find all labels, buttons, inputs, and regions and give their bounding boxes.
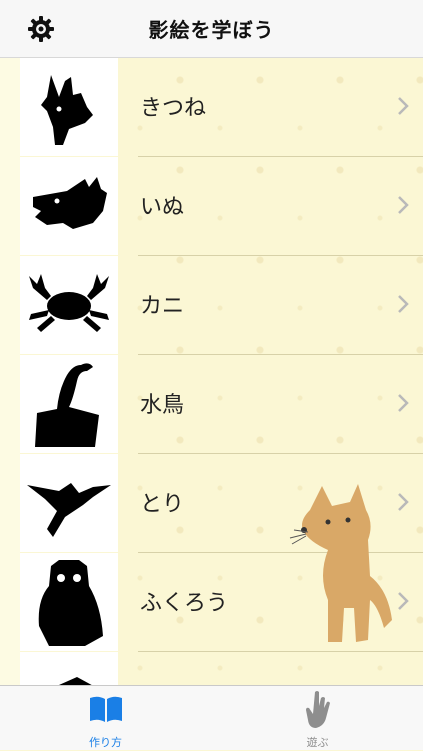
list-item-label: とり — [140, 492, 185, 517]
chevron-right-icon — [398, 592, 409, 610]
list-item-label: 水鳥 — [140, 393, 185, 418]
bird-shadow-icon — [20, 454, 118, 552]
list-item-dog[interactable]: いぬ — [20, 157, 423, 255]
chevron-right-icon — [398, 196, 409, 214]
list-item-fox[interactable]: きつね — [20, 58, 423, 156]
list-item-label: ふくろう — [140, 591, 229, 616]
navigation-bar: 影絵を学ぼう — [0, 0, 423, 58]
shadow-list[interactable]: きつね いぬ カニ 水鳥 とり ふくろう — [0, 58, 423, 685]
list-item-label: カニ — [140, 294, 185, 319]
left-strip — [0, 58, 20, 685]
animal-shadow-icon — [20, 652, 118, 685]
tab-how-to-make[interactable]: 作り方 — [0, 686, 211, 751]
chevron-right-icon — [398, 493, 409, 511]
chevron-right-icon — [398, 295, 409, 313]
chevron-right-icon — [398, 97, 409, 115]
crab-shadow-icon — [20, 256, 118, 354]
list-item-crab[interactable]: カニ — [20, 256, 423, 354]
tab-label: 作り方 — [89, 736, 122, 749]
tab-label: 遊ぶ — [306, 736, 329, 749]
fox-shadow-icon — [20, 58, 118, 156]
swan-shadow-icon — [20, 355, 118, 453]
tab-play[interactable]: 遊ぶ — [212, 686, 423, 751]
list-item-label: いぬ — [140, 195, 185, 220]
list-item-label: きつね — [140, 96, 207, 121]
dog-illustration — [289, 484, 392, 642]
owl-shadow-icon — [20, 553, 118, 651]
dog-shadow-icon — [20, 157, 118, 255]
tab-bar: 作り方 遊ぶ — [0, 685, 423, 750]
list-item-waterbird[interactable]: 水鳥 — [20, 355, 423, 453]
list-item-partial[interactable] — [20, 652, 423, 685]
open-book-icon — [90, 696, 122, 722]
chevron-right-icon — [398, 394, 409, 412]
hand-icon — [306, 691, 330, 728]
page-title: 影絵を学ぼう — [148, 18, 275, 42]
